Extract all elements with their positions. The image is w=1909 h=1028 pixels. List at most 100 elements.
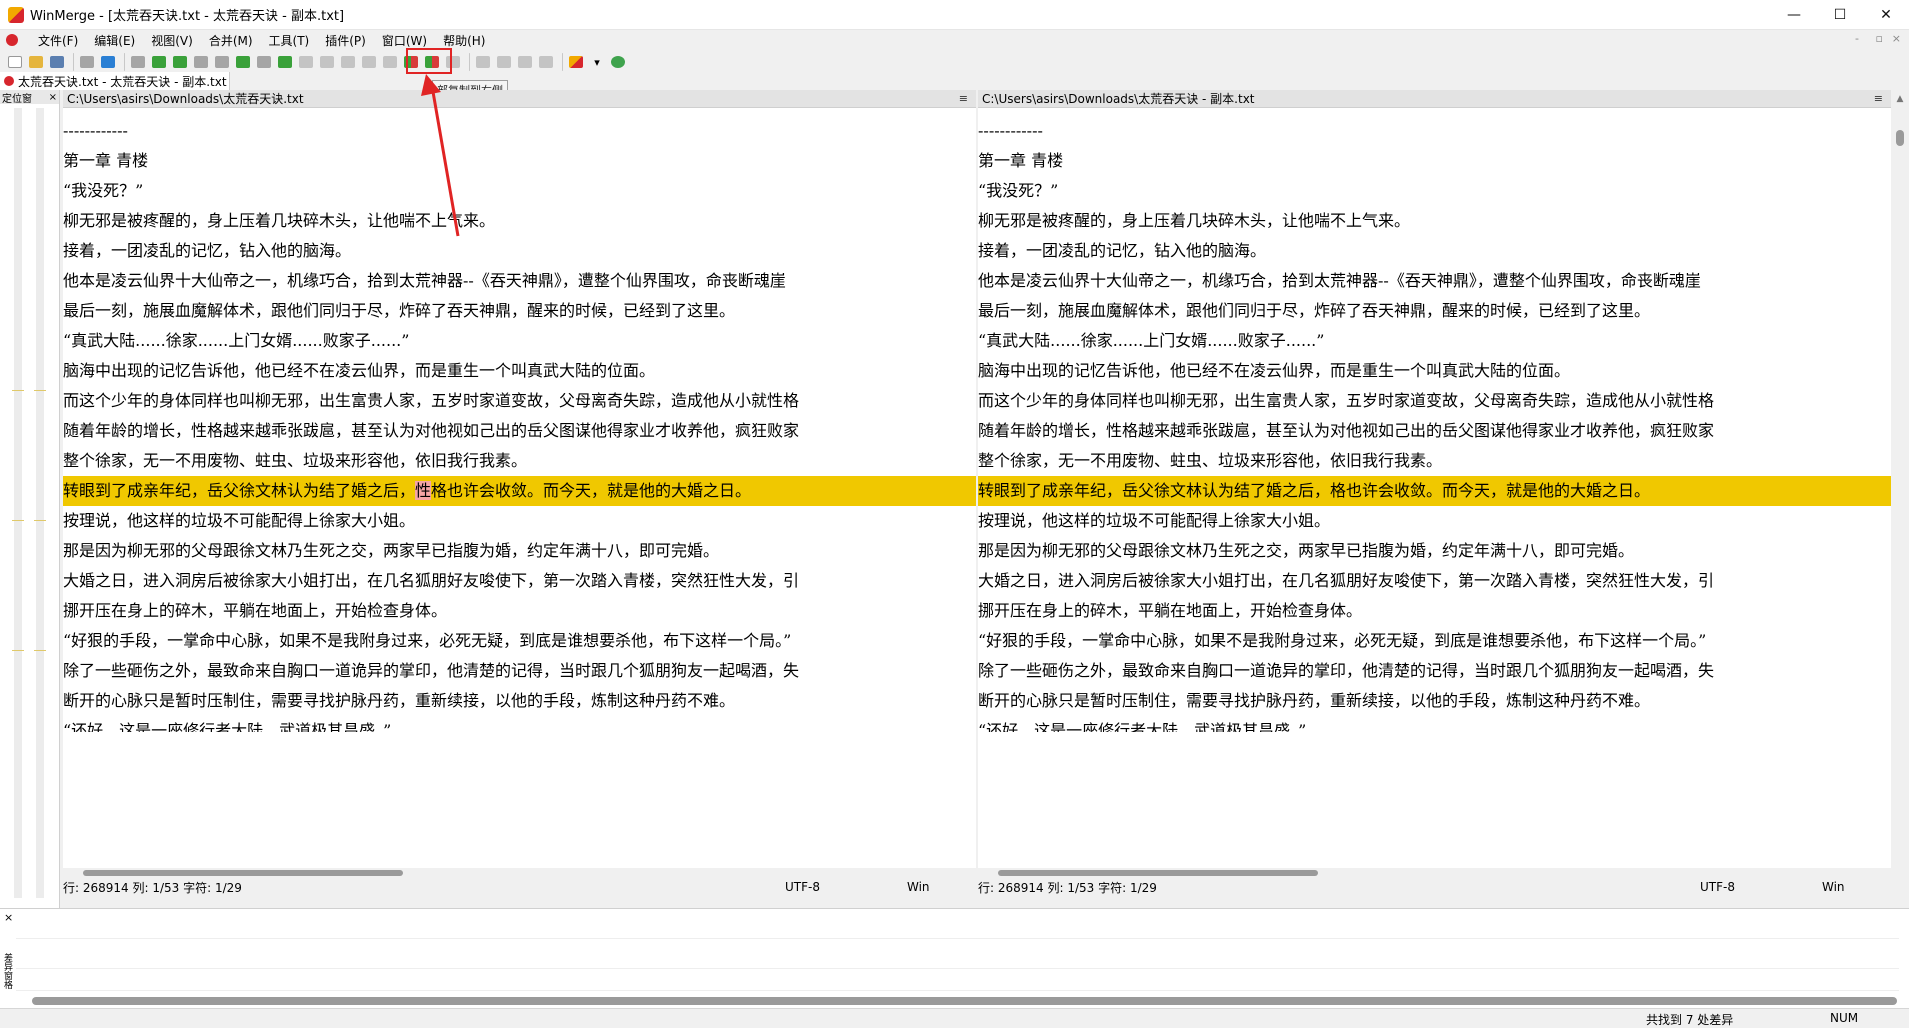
prev-conflict-button[interactable]: [255, 53, 273, 71]
document-tab-label: 太荒吞天诀.txt - 太荒吞天诀 - 副本.txt: [18, 74, 227, 89]
menu-plugins[interactable]: 插件(P): [317, 32, 374, 49]
all-left-button[interactable]: [381, 53, 399, 71]
right-horizontal-scrollbar[interactable]: [978, 868, 1891, 878]
save-button[interactable]: [48, 53, 66, 71]
first-diff-icon: [152, 56, 166, 68]
menu-help[interactable]: 帮助(H): [435, 32, 493, 49]
first-diff-button[interactable]: [150, 53, 168, 71]
left-pane-text[interactable]: ------------ 第一章 青楼 “我没死？” 柳无邪是被疼醒的，身上压着…: [63, 108, 976, 878]
nav-next-icon: [518, 56, 532, 68]
scrollbar-thumb[interactable]: [1896, 130, 1904, 146]
vertical-scrollbar[interactable]: ▲: [1891, 90, 1909, 896]
diff-text: 格也许会收敛。而今天，就是他的大婚之日。: [431, 481, 752, 500]
prev-diff-button[interactable]: [171, 53, 189, 71]
location-pane-header: 定位窗 ×: [0, 90, 59, 105]
current-diff-icon: [236, 56, 250, 68]
mdi-close-button[interactable]: ×: [1892, 32, 1901, 45]
copy-left-button[interactable]: [318, 53, 336, 71]
menu-merge[interactable]: 合并(M): [201, 32, 261, 49]
copy-right-advance-icon: [341, 56, 355, 68]
open-folder-icon: [29, 56, 43, 68]
filter-button[interactable]: [129, 53, 147, 71]
text-line: 随着年龄的增长，性格越来越乖张跋扈，甚至认为对他视如己出的岳父图谋他得家业才收养…: [63, 421, 800, 440]
left-file-pane[interactable]: C:\Users\asirs\Downloads\太荒吞天诀.txt ≡ ---…: [63, 90, 976, 896]
text-line: “还好，这是一座修行者大陆，武道极其昌盛。”: [63, 721, 392, 732]
options-dropdown[interactable]: ▾: [588, 53, 606, 71]
diff-pane-scrollbar[interactable]: [32, 997, 1897, 1005]
menu-bar: 文件(F) 编辑(E) 视图(V) 合并(M) 工具(T) 插件(P) 窗口(W…: [0, 30, 1909, 50]
menu-window[interactable]: 窗口(W): [374, 32, 435, 49]
right-pane-menu-icon[interactable]: ≡: [1874, 92, 1883, 105]
scrollbar-thumb[interactable]: [83, 870, 403, 876]
left-pane-menu-icon[interactable]: ≡: [959, 92, 968, 105]
copy-left-advance-button[interactable]: [360, 53, 378, 71]
text-line: 除了一些砸伤之外，最致命来自胸口一道诡异的掌印，他清楚的记得，当时跟几个狐朋狗友…: [63, 661, 800, 680]
text-line: 挪开压在身上的碎木，平躺在地面上，开始检查身体。: [978, 601, 1363, 620]
diff-count-status: 共找到 7 处差异: [1646, 1013, 1734, 1027]
nav-first-button[interactable]: [474, 53, 492, 71]
save-icon: [50, 56, 64, 68]
copy-right-advance-button[interactable]: [339, 53, 357, 71]
left-horizontal-scrollbar[interactable]: [63, 868, 976, 878]
text-line: 而这个少年的身体同样也叫柳无邪，出生富贵人家，五岁时家道变故，父母离奇失踪，造成…: [63, 391, 800, 410]
right-file-pane[interactable]: C:\Users\asirs\Downloads\太荒吞天诀 - 副本.txt …: [978, 90, 1891, 896]
next-diff-button[interactable]: [192, 53, 210, 71]
text-line: 断开的心脉只是暂时压制住，需要寻找护脉丹药，重新续接，以他的手段，炼制这种丹药不…: [63, 691, 736, 710]
diff-pane-label: 差异窗格: [2, 953, 12, 989]
close-button[interactable]: ✕: [1863, 0, 1909, 30]
location-diff-marker: [12, 390, 24, 391]
nav-prev-button[interactable]: [495, 53, 513, 71]
right-cursor-position: 行: 268914 列: 1/53 字符: 1/29: [978, 880, 1157, 895]
options-icon: [569, 56, 583, 68]
new-button[interactable]: [6, 53, 24, 71]
document-system-menu-icon[interactable]: [6, 34, 18, 46]
scrollbar-thumb[interactable]: [998, 870, 1318, 876]
text-line: “我没死？”: [978, 181, 1059, 200]
scroll-up-icon[interactable]: ▲: [1891, 90, 1909, 108]
maximize-button[interactable]: ☐: [1817, 0, 1863, 30]
text-line: 那是因为柳无邪的父母跟徐文林乃生死之交，两家早已指腹为婚，约定年满十八，即可完婚…: [978, 541, 1635, 560]
text-line: 断开的心脉只是暂时压制住，需要寻找护脉丹药，重新续接，以他的手段，炼制这种丹药不…: [978, 691, 1651, 710]
diff-line: 转眼到了成亲年纪，岳父徐文林认为结了婚之后，性格也许会收敛。而今天，就是他的大婚…: [63, 476, 976, 506]
toolbar-separator: [73, 53, 74, 71]
right-file-path: C:\Users\asirs\Downloads\太荒吞天诀 - 副本.txt: [982, 92, 1255, 106]
text-line: 大婚之日，进入洞房后被徐家大小姐打出，在几名狐朋好友唆使下，第一次踏入青楼，突然…: [978, 571, 1715, 590]
open-button[interactable]: [27, 53, 45, 71]
last-diff-button[interactable]: [213, 53, 231, 71]
menu-tools[interactable]: 工具(T): [261, 32, 318, 49]
menu-edit[interactable]: 编辑(E): [86, 32, 143, 49]
nav-last-button[interactable]: [537, 53, 555, 71]
all-left-icon: [383, 56, 397, 68]
location-bar-right[interactable]: [36, 108, 44, 898]
filter-icon: [131, 56, 145, 68]
next-conflict-button[interactable]: [276, 53, 294, 71]
location-diff-marker: [34, 390, 46, 391]
right-pane-text[interactable]: ------------ 第一章 青楼 “我没死？” 柳无邪是被疼醒的，身上压着…: [978, 108, 1891, 878]
nav-next-button[interactable]: [516, 53, 534, 71]
menu-file[interactable]: 文件(F): [30, 32, 86, 49]
right-pane-status: 行: 268914 列: 1/53 字符: 1/29 UTF-8 Win: [978, 878, 1891, 896]
document-tab[interactable]: 太荒吞天诀.txt - 太荒吞天诀 - 副本.txt: [0, 72, 230, 90]
location-diff-marker: [34, 650, 46, 651]
text-line: “好狠的手段，一掌命中心脉，如果不是我附身过来，必死无疑，到底是谁想要杀他，布下…: [63, 631, 792, 650]
text-line: “还好，这是一座修行者大陆，武道极其昌盛。”: [978, 721, 1307, 732]
text-line: 脑海中出现的记忆告诉他，他已经不在凌云仙界，而是重生一个叫真武大陆的位面。: [63, 361, 656, 380]
refresh-button[interactable]: [609, 53, 627, 71]
minimize-button[interactable]: —: [1771, 0, 1817, 30]
mdi-restore-button[interactable]: ▫: [1876, 32, 1883, 45]
copy-right-button[interactable]: [297, 53, 315, 71]
text-line: “真武大陆......徐家......上门女婿......败家子......”: [63, 331, 410, 350]
current-diff-button[interactable]: [234, 53, 252, 71]
redo-button[interactable]: [99, 53, 117, 71]
next-diff-icon: [194, 56, 208, 68]
menu-view[interactable]: 视图(V): [143, 32, 201, 49]
document-tab-icon: [4, 76, 14, 86]
location-bar-left[interactable]: [14, 108, 22, 898]
text-line: 第一章 青楼: [978, 151, 1064, 170]
diff-line: 转眼到了成亲年纪，岳父徐文林认为结了婚之后，格也许会收敛。而今天，就是他的大婚之…: [978, 476, 1891, 506]
options-button[interactable]: [567, 53, 585, 71]
undo-button[interactable]: [78, 53, 96, 71]
mdi-minimize-button[interactable]: -: [1855, 32, 1859, 45]
diff-pane-close-button[interactable]: ×: [4, 911, 13, 924]
location-pane-close-button[interactable]: ×: [49, 92, 57, 103]
